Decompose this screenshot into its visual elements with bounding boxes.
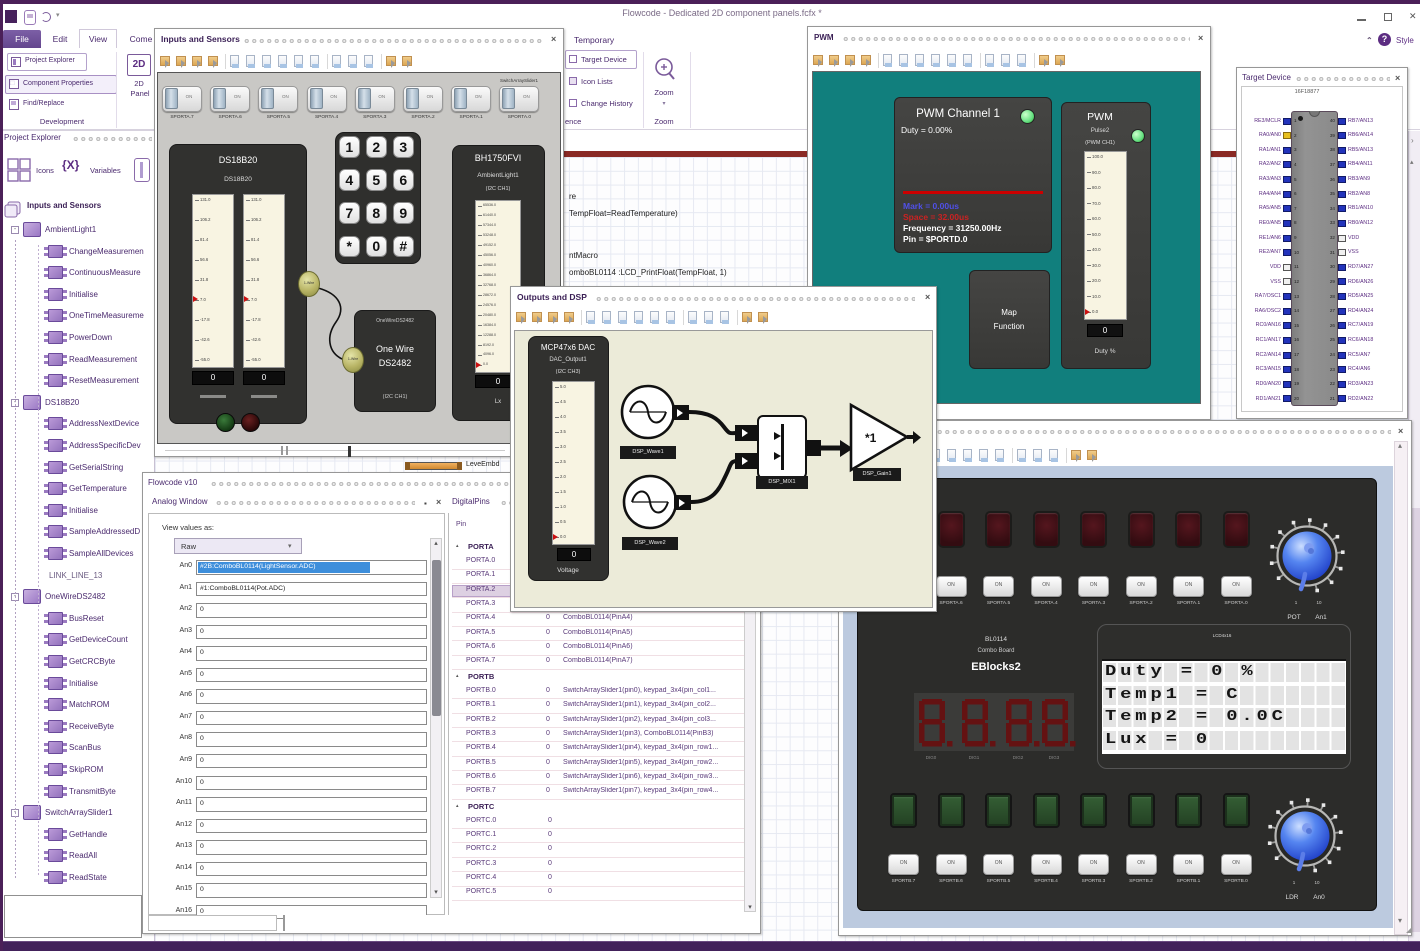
svg-text:*1: *1 <box>865 431 877 445</box>
